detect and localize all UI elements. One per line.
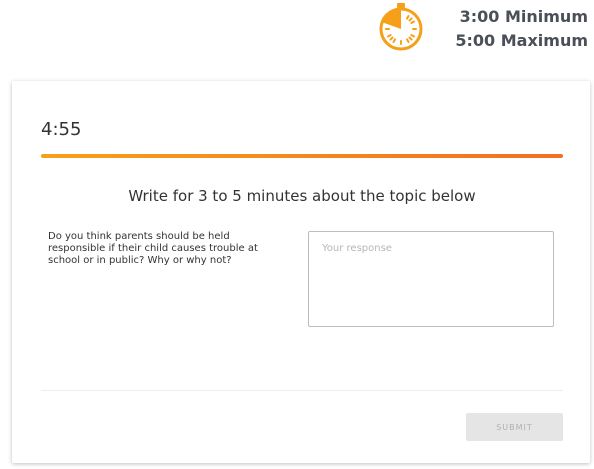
maximum-time-label: 5:00 Maximum xyxy=(455,31,588,50)
topic-prompt: Do you think parents should be held resp… xyxy=(48,231,258,266)
minimum-time-label: 3:00 Minimum xyxy=(459,7,588,26)
time-limits: 3:00 Minimum 5:00 Maximum xyxy=(455,5,588,53)
time-remaining: 4:55 xyxy=(41,119,82,140)
response-textarea[interactable] xyxy=(308,231,554,327)
progress-bar-fill xyxy=(41,154,563,158)
stopwatch-icon xyxy=(376,2,426,52)
divider xyxy=(41,390,563,391)
instruction-text: Write for 3 to 5 minutes about the topic… xyxy=(128,187,476,205)
submit-button[interactable]: SUBMIT xyxy=(466,413,563,441)
writing-card: 4:55 Write for 3 to 5 minutes about the … xyxy=(12,81,590,463)
progress-bar xyxy=(41,154,563,158)
